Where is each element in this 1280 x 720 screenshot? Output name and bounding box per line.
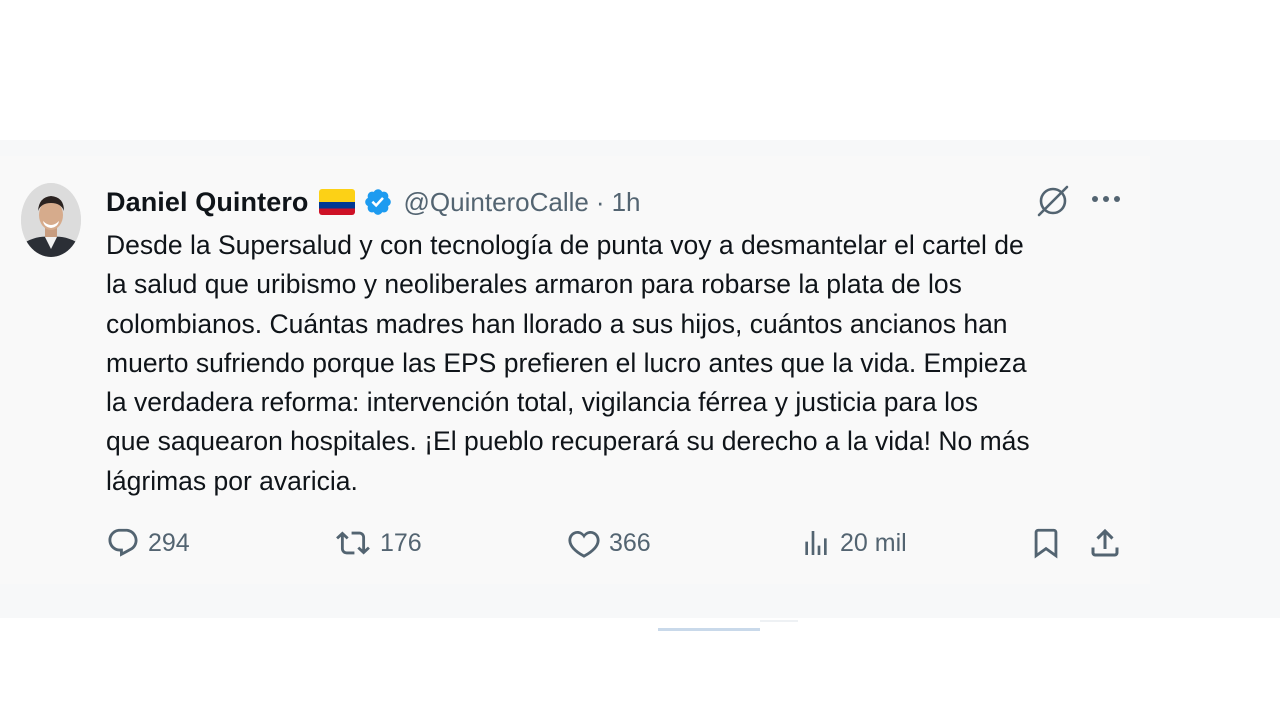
tweet-timestamp[interactable]: 1h xyxy=(612,187,641,218)
divider-line xyxy=(658,628,760,631)
like-count: 366 xyxy=(609,528,651,557)
repost-icon xyxy=(334,526,372,560)
reply-icon xyxy=(106,526,140,560)
tweet-text-line: colombianos. Cuántas madres han llorado … xyxy=(106,308,1008,339)
tweet-header: Daniel Quintero @QuinteroCalle · 1h xyxy=(106,182,641,222)
tweet-text-line: la salud que uribismo y neoliberales arm… xyxy=(106,269,962,300)
verified-badge-icon[interactable] xyxy=(363,187,393,217)
colombia-flag-icon xyxy=(318,189,355,215)
tweet-text-line: Desde la Supersalud y con tecnología de … xyxy=(106,230,1024,260)
tweet-text: Desde la Supersalud y con tecnología de … xyxy=(106,226,1136,501)
repost-button[interactable]: 176 xyxy=(334,520,422,566)
views-count: 20 mil xyxy=(840,528,907,557)
tweet-text-line: la verdadera reforma: intervención total… xyxy=(106,387,978,418)
repost-count: 176 xyxy=(380,528,422,557)
avatar-image xyxy=(21,183,81,257)
like-button[interactable]: 366 xyxy=(567,520,651,566)
author-handle[interactable]: @QuinteroCalle xyxy=(404,187,589,218)
more-icon[interactable] xyxy=(1087,183,1125,215)
share-button[interactable] xyxy=(1087,520,1123,566)
heart-icon xyxy=(567,526,601,560)
avatar[interactable] xyxy=(21,183,81,257)
screenshot-stage: Daniel Quintero @QuinteroCalle · 1h Desd… xyxy=(0,0,1280,720)
reply-button[interactable]: 294 xyxy=(106,520,190,566)
tweet-text-line: muerto sufriendo porque las EPS prefiere… xyxy=(106,347,1027,378)
bookmark-icon xyxy=(1029,525,1063,561)
divider-line xyxy=(760,620,798,622)
tweet-text-line: que saquearon hospitales. ¡El pueblo rec… xyxy=(106,426,1030,457)
tweet-actions-bar: 294 176 366 20 mil xyxy=(0,520,1150,566)
reply-count: 294 xyxy=(148,528,190,557)
bookmark-button[interactable] xyxy=(1029,520,1063,566)
views-button[interactable]: 20 mil xyxy=(800,520,907,566)
share-icon xyxy=(1087,525,1123,561)
author-name[interactable]: Daniel Quintero xyxy=(106,187,309,218)
tweet-text-line: lágrimas por avaricia. xyxy=(106,465,358,496)
header-separator: · xyxy=(595,186,605,217)
views-icon xyxy=(800,527,832,559)
grok-icon[interactable] xyxy=(1034,183,1072,219)
